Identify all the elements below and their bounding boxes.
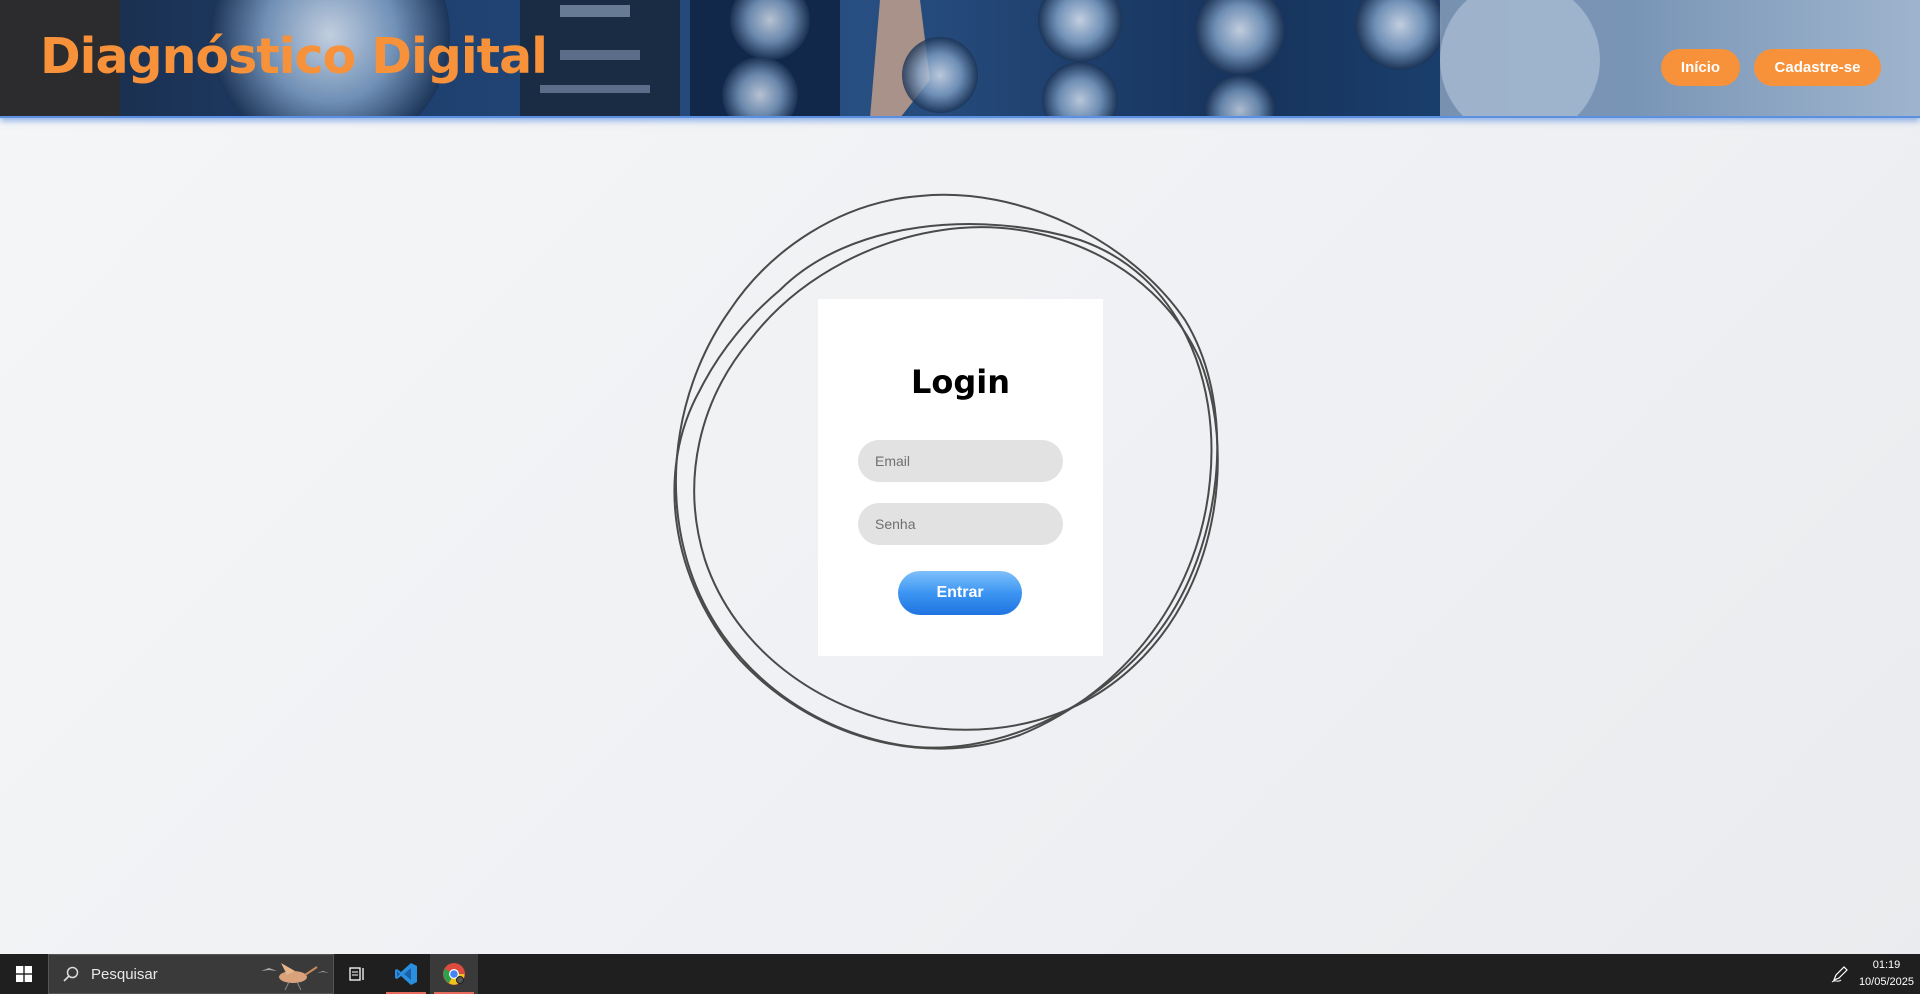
- task-view-icon[interactable]: [334, 954, 382, 994]
- vscode-icon[interactable]: [382, 954, 430, 994]
- search-placeholder: Pesquisar: [91, 965, 158, 983]
- windows-start-icon[interactable]: [0, 954, 48, 994]
- clock-time: 01:19: [1872, 959, 1901, 971]
- search-icon: [63, 966, 79, 982]
- taskbar: Pesquisar 01:19 10/05/2025: [0, 954, 1920, 994]
- brand-title: Diagnóstico Digital: [40, 28, 548, 85]
- nav-inicio-button[interactable]: Início: [1661, 49, 1740, 86]
- system-tray: 01:19 10/05/2025: [1825, 954, 1920, 994]
- birds-illustration-icon: [261, 963, 329, 991]
- entrar-button[interactable]: Entrar: [898, 571, 1022, 615]
- clock-date: 10/05/2025: [1858, 976, 1914, 988]
- password-input[interactable]: [858, 503, 1063, 545]
- header-banner: Diagnóstico Digital Início Cadastre-se: [0, 0, 1920, 118]
- login-card: Login Entrar: [818, 299, 1103, 656]
- taskbar-clock[interactable]: 01:19 10/05/2025: [1855, 957, 1920, 991]
- nav-cadastre-se-button[interactable]: Cadastre-se: [1754, 49, 1881, 86]
- email-input[interactable]: [858, 440, 1063, 482]
- login-title: Login: [910, 363, 1011, 401]
- chrome-icon[interactable]: [430, 954, 478, 994]
- pen-icon[interactable]: [1825, 954, 1855, 994]
- taskbar-search-input[interactable]: Pesquisar: [48, 954, 334, 994]
